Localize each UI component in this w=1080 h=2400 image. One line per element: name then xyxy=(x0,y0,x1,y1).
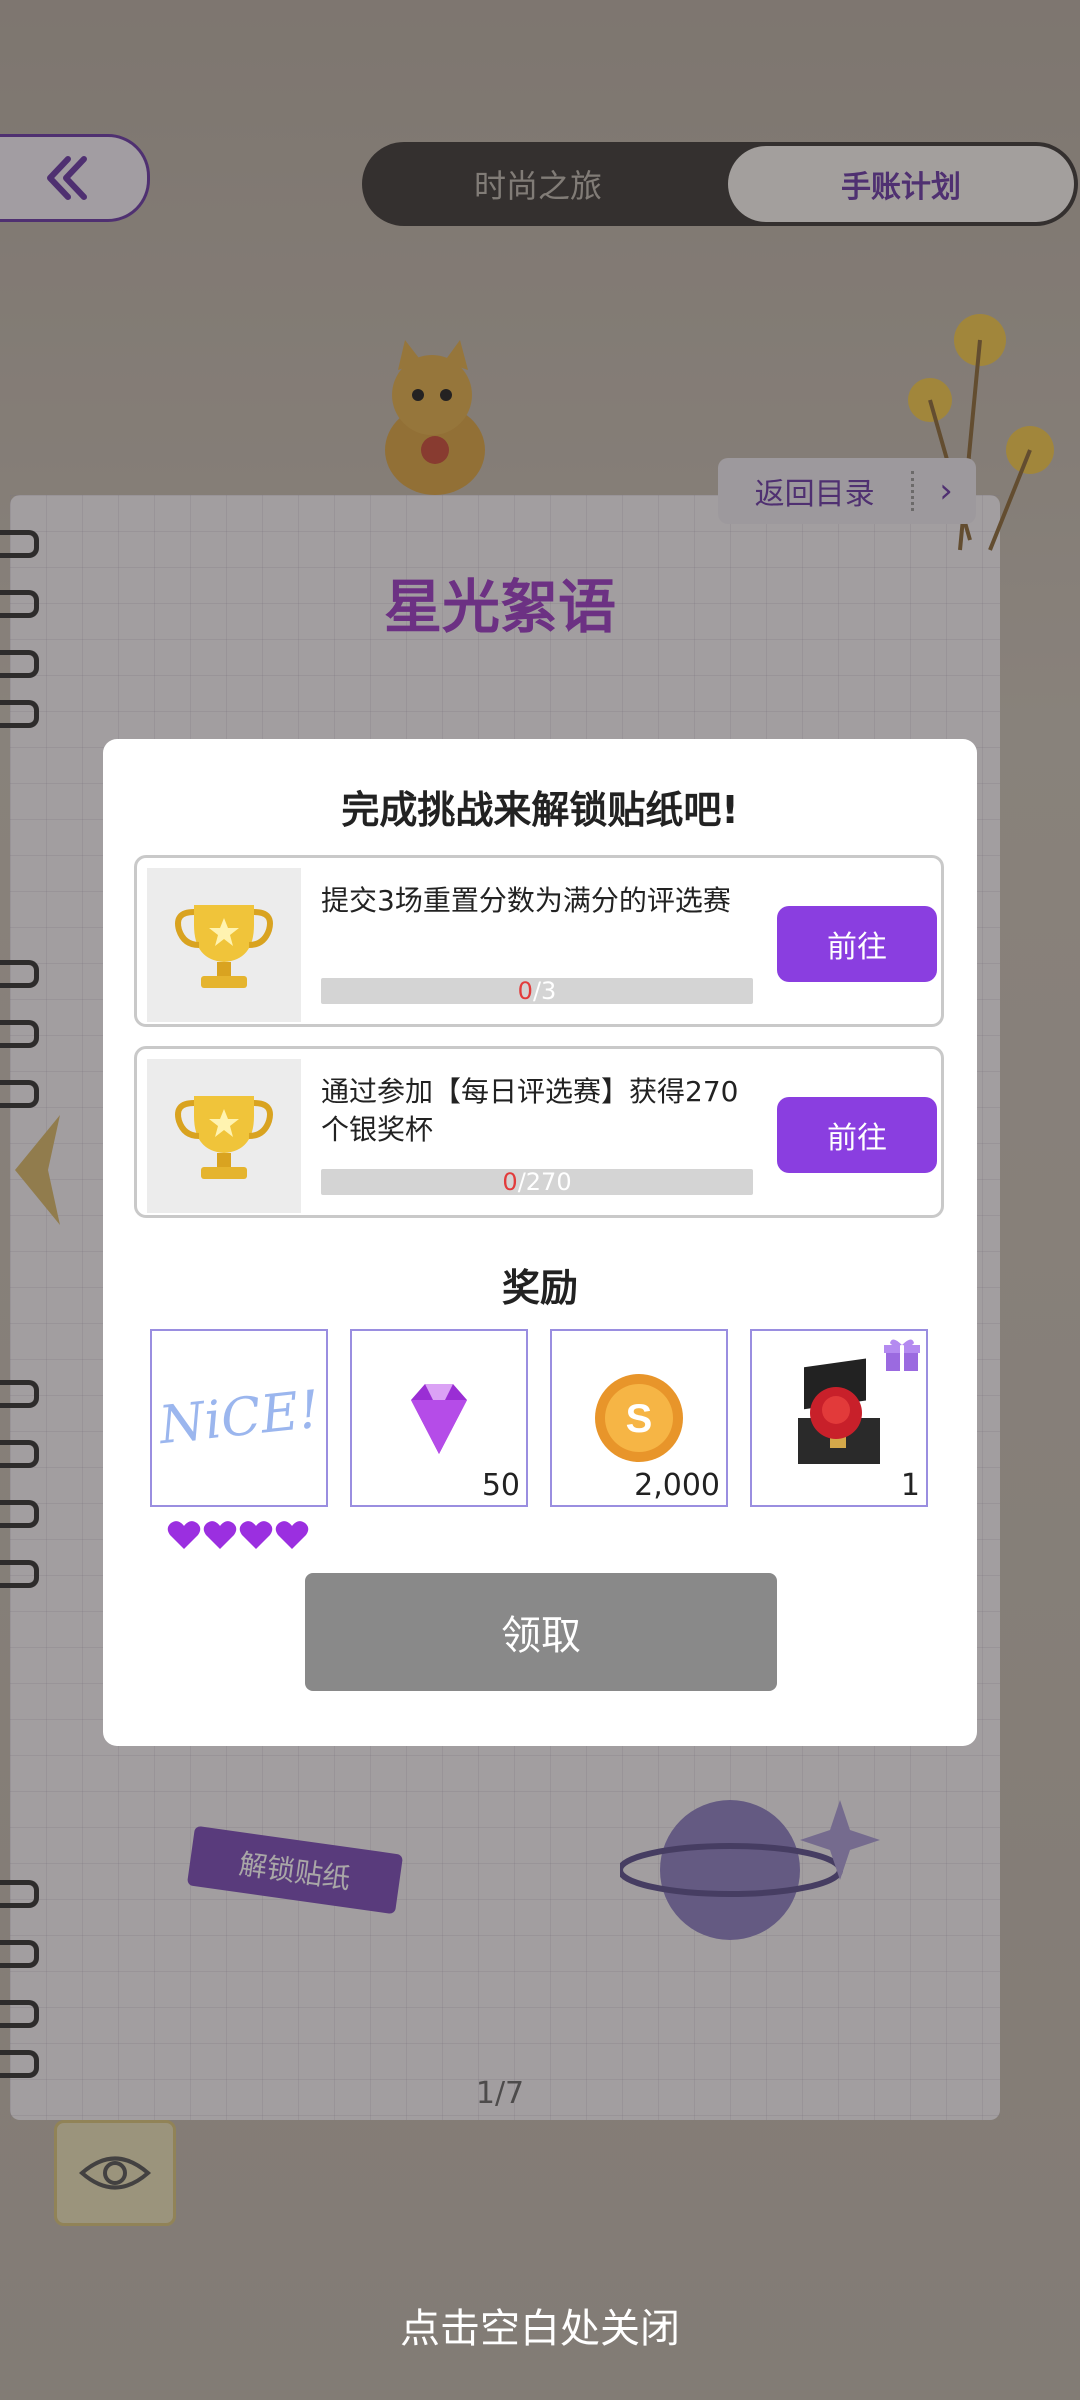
reward-slot-coin[interactable]: S 2,000 xyxy=(550,1329,728,1507)
reward-slot-gem[interactable]: 50 xyxy=(350,1329,528,1507)
heart-icon xyxy=(203,1521,237,1549)
reward-quantity: 50 xyxy=(481,1468,520,1503)
progress-total: /270 xyxy=(517,1168,572,1196)
go-button[interactable]: 前往 xyxy=(777,1097,937,1173)
task-description: 通过参加【每日评选赛】获得270个银奖杯 xyxy=(321,1075,739,1146)
progress-current: 0 xyxy=(502,1168,518,1196)
task-card: 通过参加【每日评选赛】获得270个银奖杯 0/270 前往 xyxy=(134,1046,944,1218)
trophy-icon xyxy=(147,1059,301,1213)
task-card: 提交3场重置分数为满分的评选赛 0/3 前往 xyxy=(134,855,944,1027)
heart-icon xyxy=(275,1521,309,1549)
heart-icon xyxy=(167,1521,201,1549)
reward-slot-sticker[interactable]: NiCE! xyxy=(150,1329,328,1507)
claim-button[interactable]: 领取 xyxy=(305,1573,777,1691)
reward-title: 奖励 xyxy=(501,1266,578,1310)
task-progress-bar: 0/3 xyxy=(321,978,753,1004)
progress-current: 0 xyxy=(517,977,533,1005)
reward-slot-chest[interactable]: 1 xyxy=(750,1329,928,1507)
heart-icon xyxy=(239,1521,273,1549)
task-progress-bar: 0/270 xyxy=(321,1169,753,1195)
svg-text:S: S xyxy=(626,1397,653,1441)
task-description: 提交3场重置分数为满分的评选赛 xyxy=(321,884,731,917)
modal-title: 完成挑战来解锁贴纸吧! xyxy=(341,788,739,832)
sticker-art-text: NiCE! xyxy=(155,1379,323,1457)
trophy-icon xyxy=(147,868,301,1022)
sticker-hearts xyxy=(167,1519,309,1551)
close-hint[interactable]: 点击空白处关闭 xyxy=(0,2296,1080,2354)
reward-quantity: 1 xyxy=(900,1468,920,1503)
reward-quantity: 2,000 xyxy=(634,1468,720,1503)
gift-icon xyxy=(884,1339,920,1371)
nice-sticker-icon: NiCE! xyxy=(152,1331,326,1505)
go-button[interactable]: 前往 xyxy=(777,906,937,982)
progress-total: /3 xyxy=(532,977,557,1005)
challenge-modal: 完成挑战来解锁贴纸吧! 提交3场重置分数为满分的评选赛 0/3 前往 通过参加【… xyxy=(103,739,977,1746)
